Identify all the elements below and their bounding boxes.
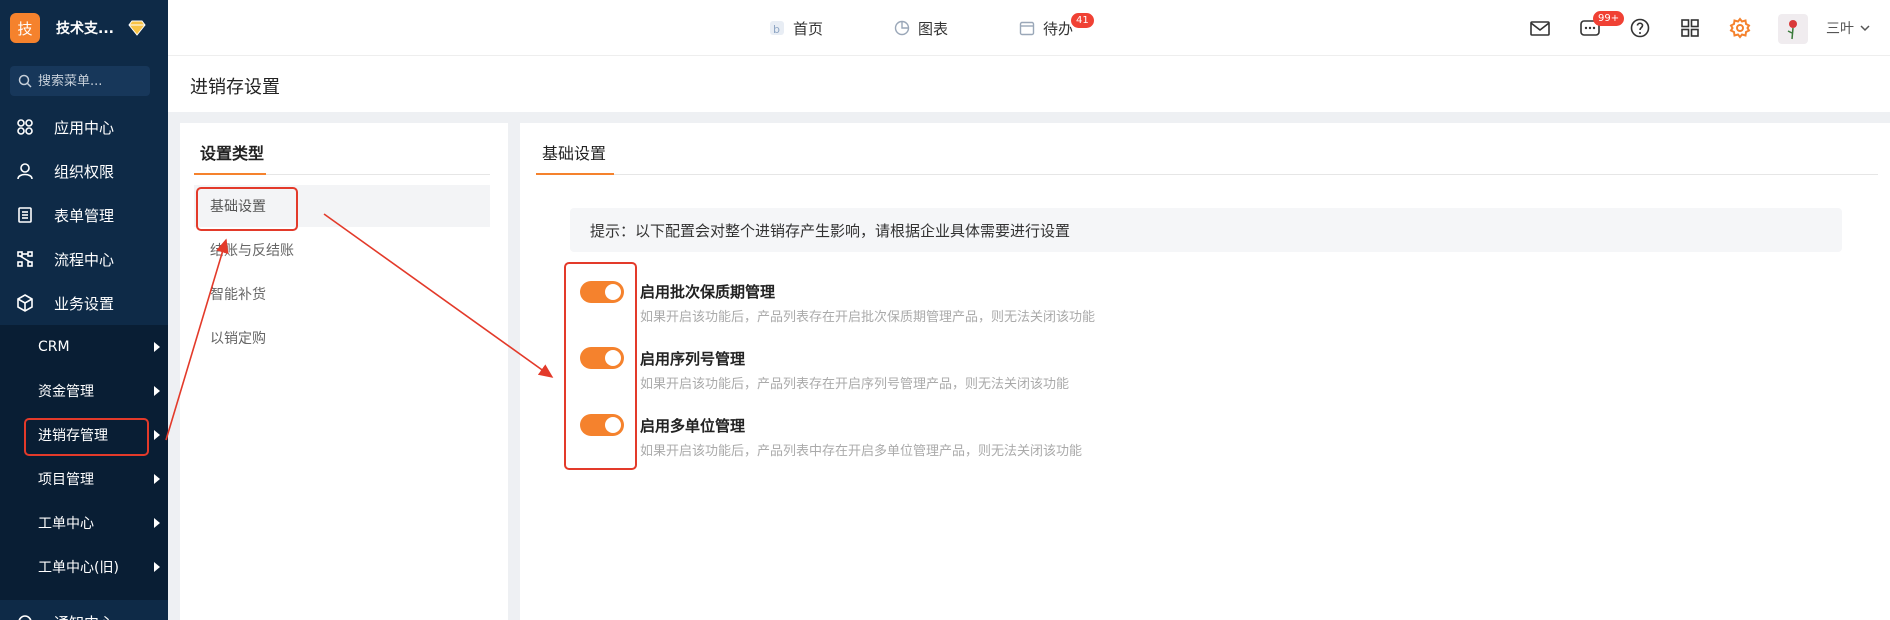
tab-underline [536, 173, 614, 175]
settings-type-sales-purchase[interactable]: 以销定购 [194, 317, 490, 359]
caret-right-icon [154, 342, 160, 352]
option-title: 启用多单位管理 [640, 417, 746, 435]
sidebar-item-forms[interactable]: 表单管理 [0, 193, 168, 237]
diamond-icon [128, 20, 146, 36]
submenu-item-finance[interactable]: 资金管理 [0, 369, 168, 413]
page-title: 进销存设置 [190, 77, 280, 98]
top-nav-label: 图表 [918, 19, 949, 38]
submenu-item-project[interactable]: 项目管理 [0, 457, 168, 501]
basic-settings-panel: 基础设置 提示：以下配置会对整个进销存产生影响，请根据企业具体需要进行设置 启用… [520, 123, 1890, 620]
brand-logo: 技 [10, 13, 40, 43]
form-icon [18, 207, 32, 223]
sidebar-item-label: 应用中心 [54, 118, 115, 137]
top-nav-home[interactable]: b 首页 [769, 0, 823, 56]
settings-type-replenish[interactable]: 智能补货 [194, 273, 490, 315]
annotation-frame [196, 187, 298, 231]
business-submenu: CRM 资金管理 进销存管理 项目管理 工单中心 工单中心(旧) [0, 325, 168, 600]
sidebar: 技 技术支... 应用中心 组织权限 表单管理 流程中心 业务设置 CRM 资金… [0, 0, 168, 620]
divider [536, 174, 1878, 175]
settings-type-label: 以销定购 [210, 331, 266, 347]
brand-name: 技术支... [56, 21, 114, 37]
annotation-frame [564, 262, 637, 470]
notice-icon [18, 615, 32, 620]
top-nav-label: 首页 [793, 19, 824, 38]
sidebar-item-org[interactable]: 组织权限 [0, 149, 168, 193]
sidebar-item-business[interactable]: 业务设置 [0, 281, 168, 325]
sidebar-item-apps[interactable]: 应用中心 [0, 105, 168, 149]
sidebar-item-label: 业务设置 [54, 294, 115, 313]
user-icon [17, 163, 33, 180]
chart-icon [894, 20, 910, 36]
submenu-item-label: 工单中心 [38, 516, 94, 532]
message-badge: 99+ [1593, 11, 1625, 26]
caret-right-icon [154, 518, 160, 528]
caret-right-icon [154, 562, 160, 572]
mail-icon[interactable] [1529, 17, 1551, 39]
sidebar-item-label: 通知中心 [54, 612, 114, 620]
rose-icon [1787, 20, 1797, 40]
caret-right-icon [154, 386, 160, 396]
sidebar-item-notice[interactable]: 通知中心 [0, 600, 168, 620]
svg-text:b: b [773, 23, 780, 36]
annotation-frame [24, 418, 149, 456]
sidebar-item-label: 组织权限 [54, 162, 115, 181]
option-title: 启用批次保质期管理 [640, 283, 776, 301]
apps-icon [17, 119, 33, 135]
notice-banner: 提示：以下配置会对整个进销存产生影响，请根据企业具体需要进行设置 [570, 208, 1842, 252]
submenu-item-label: 资金管理 [38, 384, 94, 400]
top-header: b 首页 图表 待办 41 99+ 三叶 [168, 0, 1890, 56]
top-nav-label: 待办 [1043, 19, 1074, 38]
option-desc: 如果开启该功能后，产品列表存在开启批次保质期管理产品，则无法关闭该功能 [640, 310, 1096, 325]
caret-right-icon [154, 474, 160, 484]
sidebar-item-flow[interactable]: 流程中心 [0, 237, 168, 281]
grid-icon[interactable] [1679, 17, 1701, 39]
user-menu[interactable]: 三叶 [1826, 0, 1871, 56]
title-bar: 进销存设置 [168, 56, 1890, 112]
flow-icon [17, 251, 33, 267]
search-icon [18, 74, 32, 88]
chevron-down-icon [1860, 25, 1870, 32]
sidebar-item-label: 流程中心 [54, 250, 115, 269]
option-desc: 如果开启该功能后，产品列表中存在开启多单位管理产品，则无法关闭该功能 [640, 444, 1083, 459]
top-nav-charts[interactable]: 图表 [894, 0, 948, 56]
settings-type-heading: 设置类型 [200, 144, 265, 163]
submenu-item-ticket-old[interactable]: 工单中心(旧) [0, 545, 168, 589]
caret-right-icon [154, 430, 160, 440]
option-desc: 如果开启该功能后，产品列表存在开启序列号管理产品，则无法关闭该功能 [640, 377, 1070, 392]
submenu-item-label: 工单中心(旧) [38, 560, 119, 576]
todo-badge: 41 [1071, 13, 1094, 28]
home-icon: b [770, 21, 784, 36]
username: 三叶 [1826, 21, 1854, 37]
submenu-item-crm[interactable]: CRM [0, 325, 168, 369]
search-box[interactable] [10, 66, 150, 96]
submenu-item-label: CRM [38, 339, 70, 355]
submenu-item-ticket[interactable]: 工单中心 [0, 501, 168, 545]
sidebar-item-label: 表单管理 [54, 206, 115, 225]
avatar[interactable] [1778, 14, 1808, 44]
calendar-icon [1019, 21, 1035, 36]
option-title: 启用序列号管理 [640, 350, 746, 368]
submenu-item-label: 项目管理 [38, 472, 94, 488]
brand[interactable]: 技 技术支... [0, 0, 168, 56]
notice-text: 提示：以下配置会对整个进销存产生影响，请根据企业具体需要进行设置 [590, 221, 1071, 240]
top-nav-todo[interactable]: 待办 [1019, 0, 1073, 56]
tab-underline [194, 173, 266, 175]
help-icon[interactable] [1629, 17, 1651, 39]
settings-type-label: 智能补货 [210, 287, 266, 303]
cube-icon [17, 294, 33, 312]
settings-type-label: 结账与反结账 [210, 243, 294, 259]
settings-type-closing[interactable]: 结账与反结账 [194, 229, 490, 271]
basic-settings-heading: 基础设置 [542, 144, 607, 163]
search-input[interactable] [38, 73, 148, 89]
gear-icon[interactable] [1729, 17, 1751, 39]
